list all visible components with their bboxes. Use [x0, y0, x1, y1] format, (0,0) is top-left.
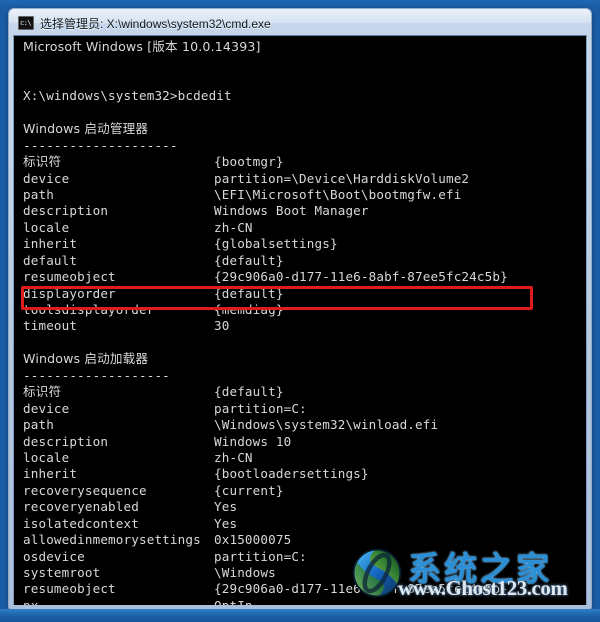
console-entry-value: \Windows\system32\winload.efi — [214, 417, 439, 433]
console-screen[interactable]: Microsoft Windows [版本 10.0.14393] X:\wind… — [14, 36, 586, 605]
console-entry: 标识符 {default} — [23, 384, 583, 400]
console-section-heading: Windows 启动加载器 — [23, 351, 149, 367]
console-entry-key: path — [23, 417, 54, 433]
console-entry-key: toolsdisplayorder — [23, 302, 155, 317]
console-version-line: Microsoft Windows [版本 10.0.14393] — [23, 39, 261, 54]
console-entry: path \EFI\Microsoft\Boot\bootmgfw.efi — [23, 187, 583, 203]
console-entry: inherit {globalsettings} — [23, 236, 583, 252]
console-entry-key: nx — [23, 598, 214, 605]
command-prompt-window[interactable]: 选择管理员: X:\windows\system32\cmd.exe Micro… — [9, 9, 591, 609]
console-entry-key: 标识符 — [23, 384, 62, 400]
console-entry-key: default — [23, 252, 78, 268]
console-entry: timeout 30 — [23, 318, 583, 334]
window-title: 选择管理员: X:\windows\system32\cmd.exe — [40, 16, 271, 31]
console-entry-key: osdevice — [23, 548, 85, 564]
console-entry-value: {globalsettings} — [214, 236, 338, 252]
console-entry-value: {current} — [214, 482, 284, 498]
console-entry: locale zh-CN — [23, 220, 583, 236]
console-entry-value: {29c906a0-d177-11e6-8abf-87ee5fc24c5b} — [214, 269, 508, 285]
console-entry-value: {bootmgr} — [214, 154, 284, 170]
console-entry-key: 标识符 — [23, 154, 62, 170]
desktop-bottom-band — [0, 609, 600, 622]
console-section-rule: ------------------- — [23, 367, 170, 383]
console-entry-key: systemroot — [23, 565, 101, 580]
console-entry-value: Yes — [214, 515, 238, 531]
console-entry-key: resumeobject — [23, 269, 116, 285]
console-entry: default {default} — [23, 253, 583, 269]
console-entry-value: Yes — [214, 499, 238, 515]
console-entry-key: displayorder — [23, 285, 116, 301]
desktop-top-band — [0, 0, 600, 9]
console-entry-key: path — [23, 186, 54, 202]
console-entry-value: 30 — [214, 318, 230, 334]
console-entry-key: recoverysequence — [23, 482, 147, 498]
console-client-area[interactable]: Microsoft Windows [版本 10.0.14393] X:\wind… — [13, 35, 587, 605]
console-section-heading: Windows 启动管理器 — [23, 121, 149, 137]
console-entry-key: inherit — [23, 236, 78, 252]
console-entry-key: device — [23, 400, 70, 416]
console-entry-value: {default} — [214, 384, 284, 400]
console-entry-value: partition=C: — [214, 400, 307, 416]
desktop-background: 选择管理员: X:\windows\system32\cmd.exe Micro… — [0, 0, 600, 622]
console-entry-key: device — [23, 170, 70, 186]
console-entry-value: zh-CN — [214, 219, 253, 235]
console-entry-value: {default} — [214, 252, 284, 268]
console-entry-value: {bootloadersettings} — [214, 466, 369, 482]
console-entry: 标识符 {bootmgr} — [23, 154, 583, 170]
console-entry: resumeobject {29c906a0-d177-11e6-8abf-87e… — [23, 581, 583, 597]
console-entry-value: \Windows — [214, 565, 276, 580]
console-entry: device partition=C: — [23, 401, 583, 417]
console-entry-value: partition=\Device\HarddiskVolume2 — [214, 170, 470, 186]
console-entry-value: \EFI\Microsoft\Boot\bootmgfw.efi — [214, 186, 462, 202]
console-entry: description Windows 10 — [23, 434, 583, 450]
console-entry: isolatedcontext Yes — [23, 516, 583, 532]
console-entry-value: {29c906a0-d177-11e6-8abf-87ee5fc24c5b} — [214, 581, 508, 597]
console-entry: path \Windows\system32\winload.efi — [23, 417, 583, 433]
console-entry-key: isolatedcontext — [23, 515, 139, 531]
console-entry: recoverysequence {current} — [23, 483, 583, 499]
window-titlebar[interactable]: 选择管理员: X:\windows\system32\cmd.exe — [9, 9, 591, 37]
console-entry: description Windows Boot Manager — [23, 203, 583, 219]
console-entry: systemroot \Windows — [23, 565, 583, 581]
console-entry: nxOptIn — [23, 598, 583, 605]
console-entry-value: OptIn — [214, 598, 253, 605]
console-entry: osdevice partition=C: — [23, 549, 583, 565]
console-entry-value: {default} — [214, 285, 284, 301]
console-entry-key: locale — [23, 449, 70, 465]
console-entry-value: partition=C: — [214, 548, 307, 564]
console-entry: device partition=\Device\HarddiskVolume2 — [23, 171, 583, 187]
console-entry-key: description — [23, 203, 109, 219]
console-entry-key: locale — [23, 219, 70, 235]
console-entry-key: recoveryenabled — [23, 499, 139, 515]
console-entry: recoveryenabled Yes — [23, 499, 583, 515]
console-entry-key: allowedinmemorysettings — [23, 532, 201, 548]
cmd-console-icon — [18, 16, 34, 30]
console-entry: locale zh-CN — [23, 450, 583, 466]
console-entry-key: resumeobject — [23, 581, 116, 597]
console-entry-highlighted: resumeobject {29c906a0-d177-11e6-8abf-87e… — [23, 269, 583, 285]
console-entry: toolsdisplayorder {memdiag} — [23, 302, 583, 318]
console-entry: displayorder {default} — [23, 286, 583, 302]
console-entry-value: Windows 10 — [214, 433, 292, 449]
console-entry-value: zh-CN — [214, 449, 253, 465]
console-entry: allowedinmemorysettings 0x15000075 — [23, 532, 583, 548]
console-prompt-line: X:\windows\system32>bcdedit — [23, 88, 232, 104]
console-entry-value: 0x15000075 — [214, 532, 292, 548]
console-section-rule: -------------------- — [23, 137, 178, 153]
console-entry-key: inherit — [23, 466, 78, 482]
console-entry-value: Windows Boot Manager — [214, 203, 369, 219]
console-output: Microsoft Windows [版本 10.0.14393] X:\wind… — [23, 39, 583, 605]
console-entry: inherit {bootloadersettings} — [23, 466, 583, 482]
console-entry-value: {memdiag} — [214, 302, 284, 317]
console-entry-key: timeout — [23, 318, 78, 334]
console-entry-key: description — [23, 433, 109, 449]
